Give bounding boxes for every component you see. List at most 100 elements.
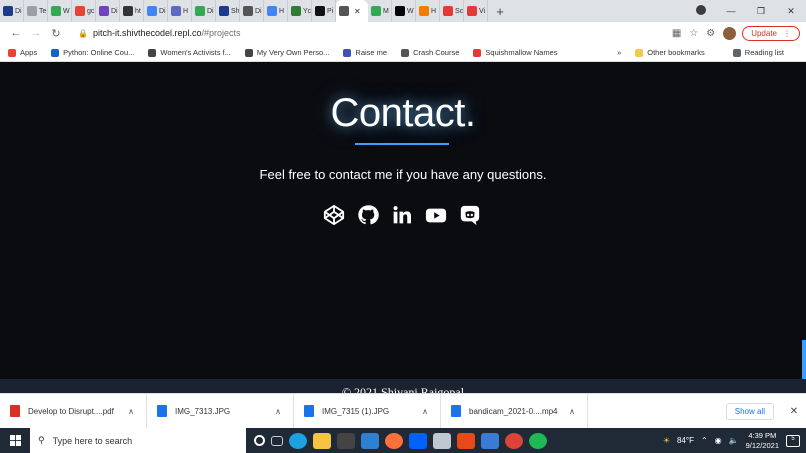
bookmark-label: Python: Online Cou...	[63, 48, 135, 57]
chevron-up-icon[interactable]: ∧	[128, 407, 134, 416]
discord-icon[interactable]	[459, 204, 481, 226]
codepen-icon[interactable]	[323, 204, 345, 226]
linkedin-icon[interactable]	[391, 204, 413, 226]
dropbox-icon[interactable]	[409, 432, 427, 449]
browser-tab[interactable]: M	[368, 0, 392, 22]
file-icon	[304, 405, 314, 417]
tab-favicon-icon	[171, 6, 181, 16]
bookmark-item[interactable]: Apps	[8, 48, 37, 57]
close-downloads-icon[interactable]: ✕	[782, 406, 806, 417]
bookmark-item[interactable]: Crash Course	[401, 48, 459, 57]
cortana-icon[interactable]	[254, 435, 265, 446]
tab-favicon-icon	[195, 6, 205, 16]
browser-tab[interactable]: Sh	[216, 0, 240, 22]
address-bar[interactable]: 🔒 pitch-it.shivthecodel.repl.co/#project…	[70, 24, 668, 42]
bookmark-item[interactable]: Python: Online Cou...	[51, 48, 134, 57]
browser-tab[interactable]: Di	[144, 0, 168, 22]
tab-label: Di	[159, 7, 166, 15]
bookmark-star-icon[interactable]: ☆	[689, 28, 698, 39]
new-tab-button[interactable]: +	[488, 4, 512, 19]
extensions-icon[interactable]: ⚙	[706, 28, 715, 39]
lock-icon[interactable]: 🔒	[78, 29, 88, 38]
browser-tab[interactable]: H	[264, 0, 288, 22]
network-icon[interactable]: ◉	[715, 436, 722, 445]
tab-label: Di	[15, 7, 22, 15]
firefox-icon[interactable]	[385, 432, 403, 449]
reload-icon[interactable]: ↻	[46, 27, 66, 40]
github-icon[interactable]	[357, 204, 379, 226]
chevron-up-icon[interactable]: ∧	[422, 407, 428, 416]
other-bookmarks-button[interactable]: Other bookmarks	[635, 48, 705, 57]
download-item[interactable]: IMG_7315 (1).JPG ∧	[294, 393, 441, 429]
photos-icon[interactable]	[481, 432, 499, 449]
browser-tab[interactable]: Di	[0, 0, 24, 22]
bookmark-item[interactable]: Squishmallow Names	[473, 48, 558, 57]
download-item[interactable]: IMG_7313.JPG ∧	[147, 393, 294, 429]
browser-tab[interactable]: Te	[24, 0, 48, 22]
profile-indicator[interactable]	[686, 5, 716, 17]
weather-temperature[interactable]: 84°F	[677, 436, 694, 445]
bookmark-favicon-icon	[473, 48, 482, 57]
maximize-button[interactable]: ❐	[746, 6, 776, 17]
mail-icon[interactable]	[361, 432, 379, 449]
notification-center-icon[interactable]: 5	[786, 434, 800, 447]
system-tray: ☀ 84°F ⌃ ◉ 🔈 4:39 PM 9/12/2021 5	[663, 431, 806, 451]
bookmark-item[interactable]: Women's Activists f...	[148, 48, 231, 57]
calculator-icon[interactable]	[433, 432, 451, 449]
chevron-up-icon[interactable]: ∧	[275, 407, 281, 416]
bookmark-item[interactable]: Raise me	[343, 48, 387, 57]
youtube-icon[interactable]	[425, 204, 447, 226]
browser-tab[interactable]: W	[48, 0, 72, 22]
browser-tab[interactable]: H	[416, 0, 440, 22]
chrome-icon[interactable]	[505, 432, 523, 449]
spotify-icon[interactable]	[529, 432, 547, 449]
browser-tab[interactable]: Sc	[440, 0, 464, 22]
browser-tab[interactable]: Di	[96, 0, 120, 22]
browser-tab[interactable]: Yc	[288, 0, 312, 22]
bookmark-favicon-icon	[401, 48, 410, 57]
more-bookmarks-button[interactable]: »	[617, 48, 621, 57]
chevron-up-icon[interactable]: ⌃	[701, 436, 708, 445]
tab-label: M	[383, 7, 389, 15]
forward-icon[interactable]: →	[26, 27, 46, 39]
qr-code-icon[interactable]: ▦	[672, 28, 681, 39]
other-bookmarks-label: Other bookmarks	[647, 48, 705, 57]
close-window-button[interactable]: ✕	[776, 6, 806, 17]
tab-favicon-icon	[443, 6, 453, 16]
bookmark-label: Women's Activists f...	[160, 48, 231, 57]
browser-tab[interactable]: Di	[192, 0, 216, 22]
show-all-downloads-button[interactable]: Show all	[725, 402, 774, 420]
download-item[interactable]: Develop to Disrupt....pdf ∧	[0, 393, 147, 429]
file-explorer-icon[interactable]	[313, 432, 331, 449]
browser-tab[interactable]: gc	[72, 0, 96, 22]
close-tab-icon[interactable]: ✕	[354, 7, 361, 16]
more-menu-icon[interactable]: ⋮	[783, 29, 791, 38]
clock-time: 4:39 PM	[748, 430, 777, 440]
browser-tab[interactable]: Vi	[464, 0, 488, 22]
minimize-button[interactable]: —	[716, 6, 746, 16]
avatar[interactable]	[723, 26, 737, 40]
tab-label: ht	[135, 7, 141, 15]
update-label: Update	[751, 28, 777, 38]
weather-icon[interactable]: ☀	[663, 436, 670, 445]
browser-tab[interactable]: W	[392, 0, 416, 22]
browser-tab[interactable]: ht	[120, 0, 144, 22]
browser-tab[interactable]: Di	[240, 0, 264, 22]
back-icon[interactable]: ←	[6, 27, 26, 39]
reading-list-button[interactable]: Reading list	[732, 48, 784, 57]
edge-icon[interactable]	[289, 432, 307, 449]
system-clock[interactable]: 4:39 PM 9/12/2021	[746, 431, 779, 451]
windows-start-icon[interactable]	[0, 435, 30, 446]
update-button[interactable]: Update ⋮	[742, 25, 800, 41]
download-item[interactable]: bandicam_2021-0....mp4 ∧	[441, 393, 588, 429]
chevron-up-icon[interactable]: ∧	[569, 407, 575, 416]
browser-tab[interactable]: ✕	[336, 0, 368, 22]
browser-tab[interactable]: H	[168, 0, 192, 22]
volume-icon[interactable]: 🔈	[729, 436, 739, 445]
office-icon[interactable]	[457, 432, 475, 449]
taskbar-search-box[interactable]: ⚲ Type here to search	[30, 428, 246, 453]
bookmark-item[interactable]: My Very Own Perso...	[244, 48, 329, 57]
store-icon[interactable]	[337, 432, 355, 449]
task-view-icon[interactable]	[271, 435, 283, 446]
browser-tab[interactable]: Pi	[312, 0, 336, 22]
